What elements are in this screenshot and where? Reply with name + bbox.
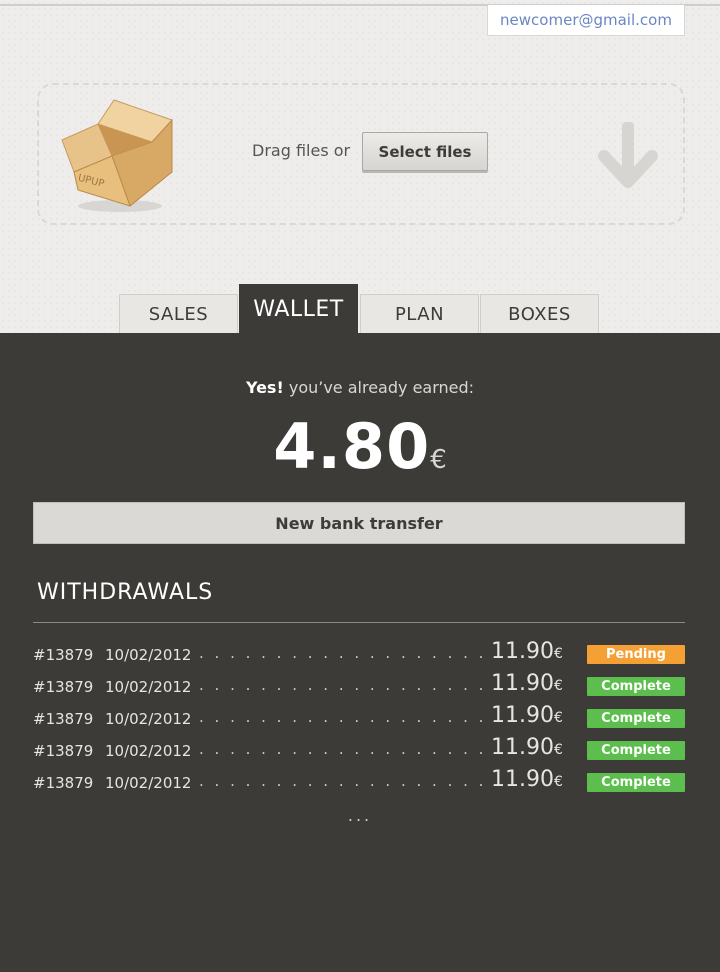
withdrawal-id: #13879 xyxy=(33,678,94,696)
withdrawal-row: #13879 10/02/2012 . . . . . . . . . . . . … xyxy=(33,735,685,761)
withdrawal-id: #13879 xyxy=(33,710,94,728)
withdrawal-row: #13879 10/02/2012 . . . . . . . . . . . . … xyxy=(33,639,685,665)
tab-boxes[interactable]: BOXES xyxy=(480,294,599,333)
balance-currency: € xyxy=(430,445,447,475)
new-bank-transfer-button[interactable]: New bank transfer xyxy=(33,502,685,544)
select-files-button[interactable]: Select files xyxy=(362,132,488,171)
withdrawal-id: #13879 xyxy=(33,742,94,760)
withdrawal-date: 10/02/2012 xyxy=(105,710,192,728)
withdrawals-divider xyxy=(33,622,685,623)
more-withdrawals-indicator: ... xyxy=(347,806,373,825)
withdrawal-currency: € xyxy=(553,710,563,726)
open-cardboard-box-icon: UPUP xyxy=(61,99,173,212)
withdrawal-date: 10/02/2012 xyxy=(105,678,192,696)
withdrawal-currency: € xyxy=(553,646,563,662)
withdrawal-currency: € xyxy=(553,742,563,758)
withdrawal-row: #13879 10/02/2012 . . . . . . . . . . . . … xyxy=(33,703,685,729)
withdrawal-row: #13879 10/02/2012 . . . . . . . . . . . . … xyxy=(33,671,685,697)
withdrawal-amount-value: 11.90 xyxy=(491,703,554,728)
arrow-down-icon xyxy=(598,122,658,188)
withdrawal-date: 10/02/2012 xyxy=(105,774,192,792)
dot-leader: . . . . . . . . . . . . . . . . . . . . … xyxy=(199,708,489,726)
dot-leader: . . . . . . . . . . . . . . . . . . . . … xyxy=(199,772,489,790)
balance-amount: 4.80 xyxy=(273,410,431,483)
status-badge: Complete xyxy=(587,773,685,792)
status-badge: Pending xyxy=(587,645,685,664)
status-badge: Complete xyxy=(587,709,685,728)
withdrawals-title: WITHDRAWALS xyxy=(37,580,214,605)
tab-sales[interactable]: SALES xyxy=(119,294,238,333)
status-badge: Complete xyxy=(587,741,685,760)
withdrawal-id: #13879 xyxy=(33,646,94,664)
wallet-balance: 4.80€ xyxy=(0,410,720,483)
account-email-box: newcomer@gmail.com xyxy=(487,5,685,36)
withdrawal-amount-value: 11.90 xyxy=(491,735,554,760)
tab-wallet[interactable]: WALLET xyxy=(239,284,358,333)
withdrawal-amount-value: 11.90 xyxy=(491,671,554,696)
withdrawal-date: 10/02/2012 xyxy=(105,742,192,760)
earned-suffix: you’ve already earned: xyxy=(288,378,475,397)
earned-message: Yes! you’ve already earned: xyxy=(0,378,720,397)
withdrawal-amount-value: 11.90 xyxy=(491,767,554,792)
withdrawal-currency: € xyxy=(553,774,563,790)
withdrawal-amount-value: 11.90 xyxy=(491,639,554,664)
withdrawal-amount: 11.90€ xyxy=(491,703,563,728)
dot-leader: . . . . . . . . . . . . . . . . . . . . … xyxy=(199,644,489,662)
withdrawal-amount: 11.90€ xyxy=(491,639,563,664)
withdrawal-id: #13879 xyxy=(33,774,94,792)
account-email-link[interactable]: newcomer@gmail.com xyxy=(500,11,672,29)
drag-instructions: Drag files or xyxy=(252,141,351,160)
withdrawal-row: #13879 10/02/2012 . . . . . . . . . . . . … xyxy=(33,767,685,793)
withdrawal-date: 10/02/2012 xyxy=(105,646,192,664)
status-badge: Complete xyxy=(587,677,685,696)
withdrawal-amount: 11.90€ xyxy=(491,671,563,696)
dot-leader: . . . . . . . . . . . . . . . . . . . . … xyxy=(199,740,489,758)
withdrawal-amount: 11.90€ xyxy=(491,735,563,760)
withdrawal-currency: € xyxy=(553,678,563,694)
earned-prefix: Yes! xyxy=(245,378,284,397)
withdrawal-amount: 11.90€ xyxy=(491,767,563,792)
dot-leader: . . . . . . . . . . . . . . . . . . . . … xyxy=(199,676,489,694)
tab-plan[interactable]: PLAN xyxy=(360,294,479,333)
